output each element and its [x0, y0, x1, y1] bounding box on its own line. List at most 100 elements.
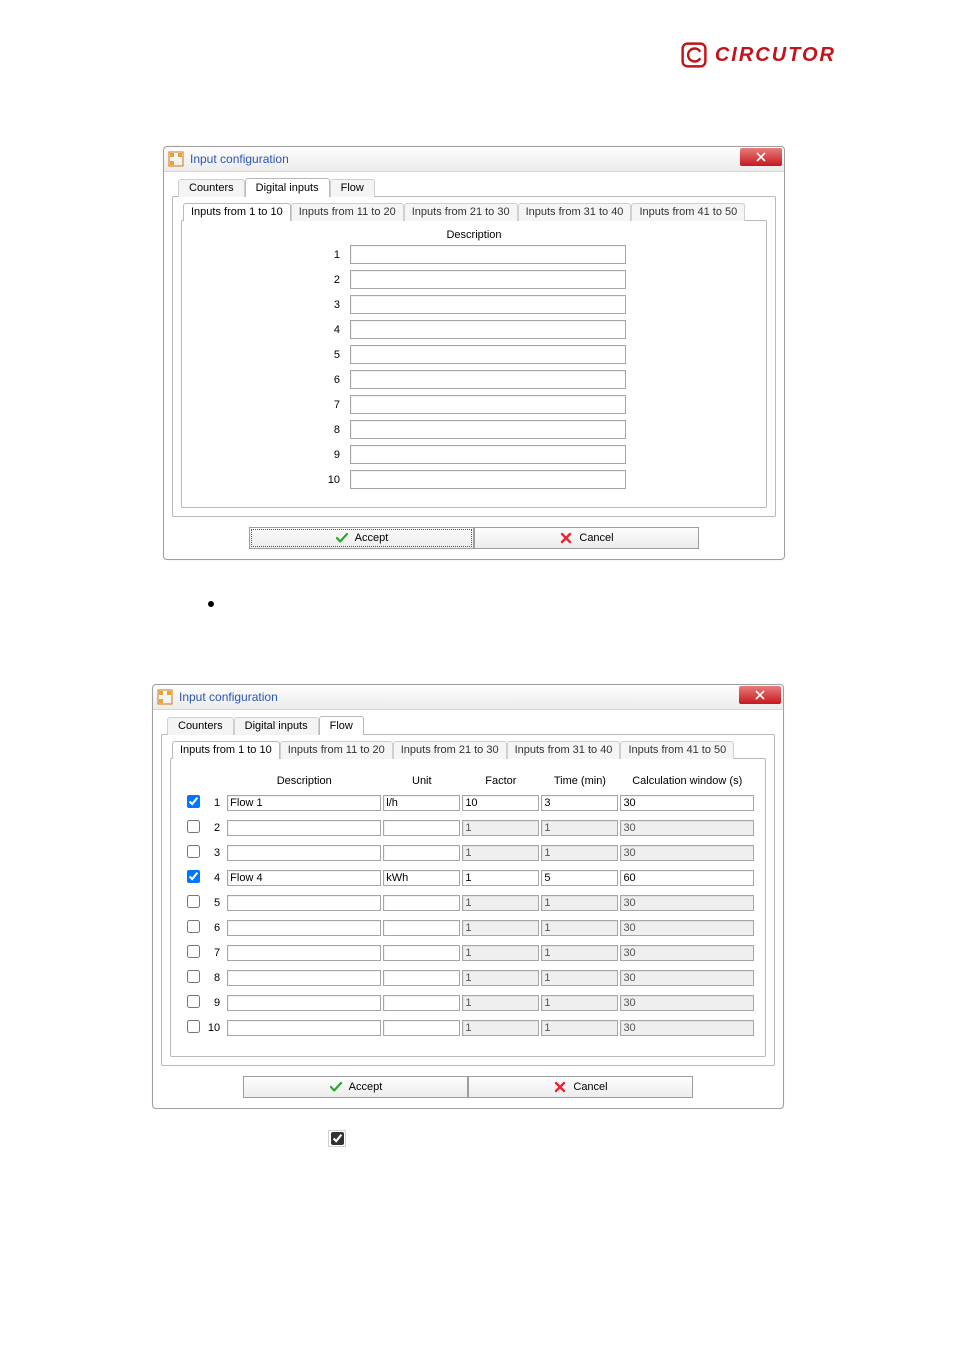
description-input[interactable]	[227, 870, 381, 886]
unit-input[interactable]	[383, 945, 460, 961]
description-input[interactable]	[227, 970, 381, 986]
calcwindow-input[interactable]	[620, 995, 754, 1011]
calcwindow-input[interactable]	[620, 945, 754, 961]
calcwindow-input[interactable]	[620, 870, 754, 886]
titlebar[interactable]: Input configuration	[153, 685, 783, 710]
description-input[interactable]	[227, 895, 381, 911]
unit-input[interactable]	[383, 845, 460, 861]
factor-input[interactable]	[462, 945, 539, 961]
unit-input[interactable]	[383, 920, 460, 936]
enable-checkbox[interactable]	[187, 870, 200, 883]
enable-checkbox[interactable]	[187, 845, 200, 858]
close-button[interactable]	[740, 148, 782, 166]
range-tab-0[interactable]: Inputs from 1 to 10	[183, 203, 291, 221]
unit-input[interactable]	[383, 995, 460, 1011]
factor-input[interactable]	[462, 970, 539, 986]
calcwindow-input[interactable]	[620, 895, 754, 911]
range-tab-2[interactable]: Inputs from 21 to 30	[393, 741, 507, 759]
description-input[interactable]	[350, 470, 626, 489]
description-input[interactable]	[227, 820, 381, 836]
factor-input[interactable]	[462, 795, 539, 811]
description-input[interactable]	[350, 320, 626, 339]
factor-input[interactable]	[462, 995, 539, 1011]
description-input[interactable]	[350, 370, 626, 389]
description-input[interactable]	[227, 920, 381, 936]
range-tab-0[interactable]: Inputs from 1 to 10	[172, 741, 280, 759]
enable-checkbox[interactable]	[187, 945, 200, 958]
input-row: 9	[181, 994, 755, 1012]
input-row: 4	[181, 869, 755, 887]
range-tab-1[interactable]: Inputs from 11 to 20	[280, 741, 393, 759]
description-input[interactable]	[227, 995, 381, 1011]
titlebar[interactable]: Input configuration	[164, 147, 784, 172]
enable-checkbox[interactable]	[187, 920, 200, 933]
calcwindow-input[interactable]	[620, 845, 754, 861]
row-number: 2	[206, 819, 227, 837]
cancel-button[interactable]: Cancel	[474, 527, 699, 549]
calcwindow-input[interactable]	[620, 820, 754, 836]
enable-checkbox[interactable]	[187, 970, 200, 983]
outer-tab-1[interactable]: Digital inputs	[245, 178, 330, 197]
accept-button[interactable]: Accept	[243, 1076, 468, 1098]
time-input[interactable]	[541, 820, 618, 836]
description-input[interactable]	[227, 795, 381, 811]
time-input[interactable]	[541, 795, 618, 811]
time-input[interactable]	[541, 995, 618, 1011]
calcwindow-input[interactable]	[620, 795, 754, 811]
range-tab-3[interactable]: Inputs from 31 to 40	[518, 203, 632, 221]
range-tab-2[interactable]: Inputs from 21 to 30	[404, 203, 518, 221]
range-tab-3[interactable]: Inputs from 31 to 40	[507, 741, 621, 759]
standalone-checkbox[interactable]	[328, 1130, 346, 1147]
unit-input[interactable]	[383, 820, 460, 836]
description-input[interactable]	[350, 295, 626, 314]
calcwindow-input[interactable]	[620, 970, 754, 986]
calcwindow-input[interactable]	[620, 1020, 754, 1036]
time-input[interactable]	[541, 945, 618, 961]
description-input[interactable]	[227, 1020, 381, 1036]
unit-input[interactable]	[383, 795, 460, 811]
unit-input[interactable]	[383, 870, 460, 886]
cancel-button[interactable]: Cancel	[468, 1076, 693, 1098]
factor-input[interactable]	[462, 1020, 539, 1036]
range-tab-4[interactable]: Inputs from 41 to 50	[620, 741, 734, 759]
time-input[interactable]	[541, 970, 618, 986]
description-input[interactable]	[350, 395, 626, 414]
calcwindow-input[interactable]	[620, 920, 754, 936]
close-button[interactable]	[739, 686, 781, 704]
description-input[interactable]	[350, 445, 626, 464]
time-input[interactable]	[541, 920, 618, 936]
enable-checkbox[interactable]	[187, 1020, 200, 1033]
outer-tab-2[interactable]: Flow	[330, 179, 375, 197]
description-input[interactable]	[350, 420, 626, 439]
row-number: 10	[322, 474, 340, 486]
description-input[interactable]	[227, 845, 381, 861]
range-tab-4[interactable]: Inputs from 41 to 50	[631, 203, 745, 221]
description-input[interactable]	[350, 345, 626, 364]
description-input[interactable]	[350, 245, 626, 264]
unit-input[interactable]	[383, 970, 460, 986]
factor-input[interactable]	[462, 920, 539, 936]
factor-input[interactable]	[462, 895, 539, 911]
enable-checkbox[interactable]	[187, 895, 200, 908]
enable-checkbox[interactable]	[187, 995, 200, 1008]
outer-tab-0[interactable]: Counters	[167, 717, 234, 735]
time-input[interactable]	[541, 1020, 618, 1036]
unit-input[interactable]	[383, 895, 460, 911]
enable-checkbox[interactable]	[187, 820, 200, 833]
factor-input[interactable]	[462, 870, 539, 886]
outer-tab-0[interactable]: Counters	[178, 179, 245, 197]
time-input[interactable]	[541, 870, 618, 886]
factor-input[interactable]	[462, 845, 539, 861]
cross-icon	[559, 531, 573, 545]
outer-tab-2[interactable]: Flow	[319, 716, 364, 735]
outer-tab-1[interactable]: Digital inputs	[234, 717, 319, 735]
accept-button[interactable]: Accept	[249, 527, 474, 549]
factor-input[interactable]	[462, 820, 539, 836]
time-input[interactable]	[541, 845, 618, 861]
description-input[interactable]	[350, 270, 626, 289]
description-input[interactable]	[227, 945, 381, 961]
range-tab-1[interactable]: Inputs from 11 to 20	[291, 203, 404, 221]
time-input[interactable]	[541, 895, 618, 911]
enable-checkbox[interactable]	[187, 795, 200, 808]
unit-input[interactable]	[383, 1020, 460, 1036]
